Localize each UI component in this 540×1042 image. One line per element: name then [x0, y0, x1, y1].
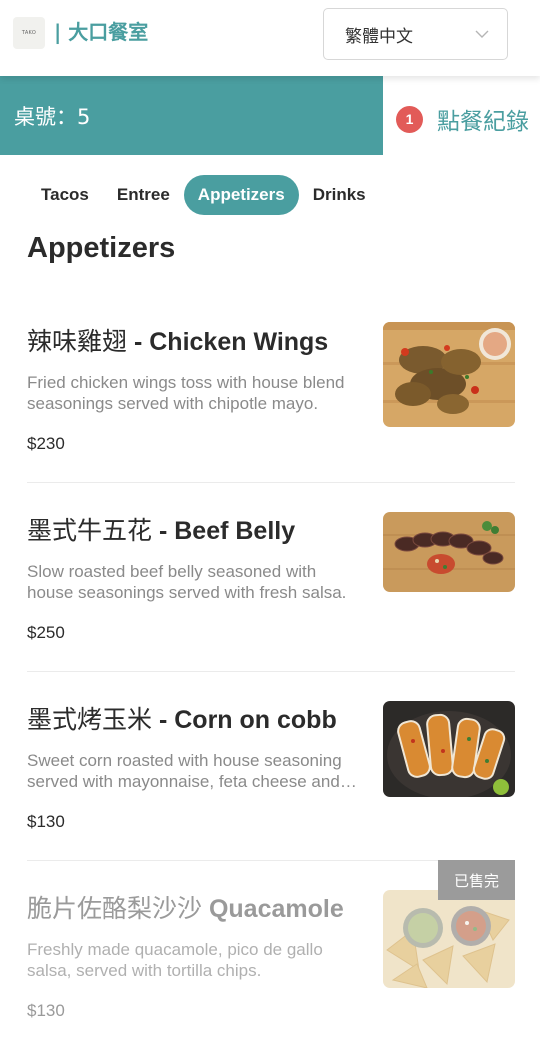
language-selected-value: 繁體中文 [345, 26, 413, 47]
order-history-label: 點餐紀錄 [437, 109, 529, 135]
app-header: TAKO | 大口餐室 繁體中文 [0, 0, 540, 76]
item-price: $130 [27, 812, 65, 831]
section-title: Appetizers [27, 232, 176, 264]
item-description: Freshly made quacamole, pico de gallo sa… [27, 940, 323, 980]
item-name-zh: 墨式牛五花 [27, 516, 153, 545]
item-divider [27, 671, 515, 672]
guacamole-photo[interactable] [383, 890, 515, 988]
item-price: $250 [27, 623, 65, 642]
logo-mark: TAKO [21, 30, 37, 36]
menu-item-sold-out[interactable]: 脆片佐酪梨沙沙 Quacamole Freshly made quacamole… [27, 860, 515, 1021]
item-name-en: Quacamole [208, 895, 344, 923]
item-name-zh: 墨式烤玉米 [27, 705, 153, 734]
chicken-wings-photo[interactable] [383, 322, 515, 427]
restaurant-logo[interactable]: TAKO [13, 17, 45, 49]
item-name-zh: 脆片佐酪梨沙沙 [27, 894, 203, 923]
restaurant-name: | 大口餐室 [54, 20, 149, 44]
chevron-down-icon [475, 30, 489, 38]
sold-out-badge: 已售完 [438, 860, 515, 900]
table-number-label: 桌號：5 [14, 104, 91, 129]
menu-item[interactable]: 墨式烤玉米 - Corn on cobb Sweet corn roasted … [27, 700, 515, 832]
item-name-zh: 辣味雞翅 [27, 327, 128, 356]
item-description: Sweet corn roasted with house seasoning … [27, 751, 342, 791]
item-name-en: - Chicken Wings [133, 328, 329, 356]
tab-drinks[interactable]: Drinks [299, 175, 380, 215]
menu-item[interactable]: 辣味雞翅 - Chicken Wings Fried chicken wings… [27, 322, 515, 454]
item-description: Fried chicken wings toss with house blen… [27, 373, 345, 413]
item-name-en: - Beef Belly [158, 517, 296, 545]
beef-belly-photo[interactable] [383, 512, 515, 592]
tab-tacos[interactable]: Tacos [27, 175, 103, 215]
item-description: Slow roasted beef belly seasoned with ho… [27, 562, 347, 602]
order-history-link[interactable]: 1 點餐紀錄 [396, 102, 529, 136]
item-price: $130 [27, 1001, 65, 1020]
category-tabs: Tacos Entree Appetizers Drinks [27, 175, 380, 215]
item-divider [27, 482, 515, 483]
item-name-en: - Corn on cobb [158, 706, 337, 734]
corn-photo[interactable] [383, 701, 515, 797]
tab-appetizers[interactable]: Appetizers [183, 175, 299, 215]
table-number-bar: 桌號：5 [0, 76, 383, 155]
menu-item[interactable]: 墨式牛五花 - Beef Belly Slow roasted beef bel… [27, 511, 515, 643]
item-price: $230 [27, 434, 65, 453]
order-count-badge: 1 [396, 105, 423, 133]
tab-entree[interactable]: Entree [103, 175, 184, 215]
language-select[interactable]: 繁體中文 [323, 8, 508, 60]
